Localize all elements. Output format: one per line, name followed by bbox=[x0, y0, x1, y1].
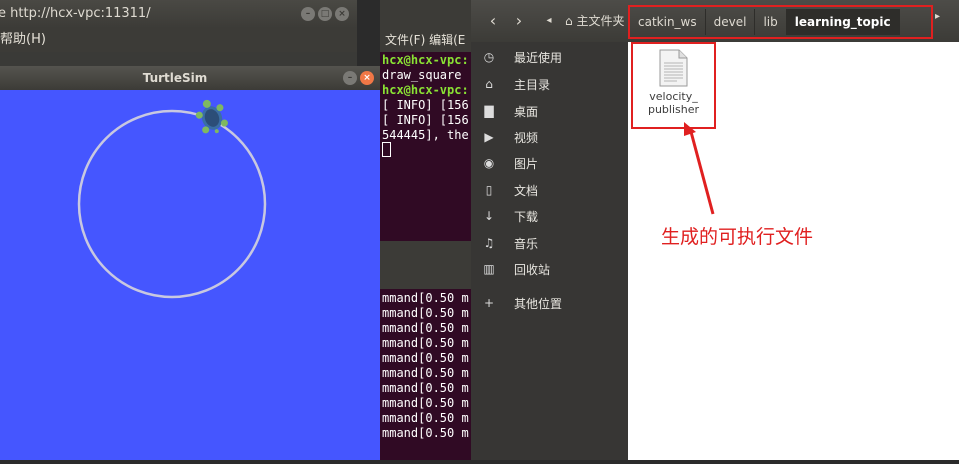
breadcrumb-item[interactable]: catkin_ws bbox=[630, 9, 706, 35]
sidebar-item-label: 音乐 bbox=[514, 236, 539, 251]
terminal-command-line: mmand[0.50 m bbox=[382, 351, 469, 365]
sidebar-item-documents[interactable]: ▯ 文档 bbox=[471, 177, 628, 203]
video-icon: ▶ bbox=[484, 130, 494, 144]
background-terminal-titlebar[interactable]: e http://hcx-vpc:11311/ – □ × bbox=[0, 0, 357, 28]
terminal-menu[interactable]: 文件(F) 编辑(E bbox=[385, 28, 465, 52]
sidebar-item-pictures[interactable]: ◉ 图片 bbox=[471, 150, 628, 176]
terminal-line: draw_square bbox=[382, 68, 462, 82]
turtlesim-titlebar[interactable]: TurtleSim – × bbox=[0, 66, 380, 90]
home-icon: ⌂ bbox=[485, 77, 493, 91]
turtlesim-canvas bbox=[0, 90, 380, 460]
sidebar-item-label: 主目录 bbox=[514, 77, 551, 92]
breadcrumb-right-arrow[interactable]: ▸ bbox=[935, 11, 940, 22]
trash-icon: ▥ bbox=[483, 262, 495, 276]
terminal-command-line: mmand[0.50 m bbox=[382, 381, 469, 395]
terminal-line: 544445], the bbox=[382, 128, 469, 142]
terminal-command-line: mmand[0.50 m bbox=[382, 306, 469, 320]
terminal-line: [ INFO] [156 bbox=[382, 113, 469, 127]
terminal-command-line: mmand[0.50 m bbox=[382, 411, 469, 425]
breadcrumb-left-arrow[interactable]: ◂ bbox=[537, 9, 561, 33]
terminal-command-line: mmand[0.50 m bbox=[382, 291, 469, 305]
sidebar-item-label: 最近使用 bbox=[514, 50, 563, 65]
sidebar-item-downloads[interactable]: ↓ 下载 bbox=[471, 203, 628, 229]
breadcrumb-home-label: 主文件夹 bbox=[576, 14, 625, 28]
back-button[interactable]: ‹ bbox=[481, 9, 505, 33]
turtlesim-title: TurtleSim bbox=[142, 71, 208, 85]
menu-help[interactable]: 帮助(H) bbox=[0, 28, 46, 52]
terminal-command-line: mmand[0.50 m bbox=[382, 336, 469, 350]
executable-file-icon bbox=[659, 49, 688, 87]
sidebar-item-recent[interactable]: ◷ 最近使用 bbox=[471, 44, 628, 70]
sidebar-item-label: 图片 bbox=[514, 156, 539, 171]
terminal-lower-pane: mmand[0.50 m mmand[0.50 m mmand[0.50 m m… bbox=[380, 289, 480, 460]
sidebar: ◷ 最近使用 ⌂ 主目录 ▇ 桌面 ▶ 视频 ◉ 图片 ▯ 文档 ↓ 下载 ♫ bbox=[471, 42, 628, 460]
minimize-icon[interactable]: – bbox=[301, 7, 315, 21]
file-item-velocity-publisher[interactable]: velocity_ publisher bbox=[631, 42, 716, 129]
camera-icon: ◉ bbox=[483, 156, 495, 170]
folder-icon: ▇ bbox=[484, 104, 494, 118]
terminal-menubar: 文件(F) 编辑(E bbox=[380, 28, 480, 52]
minimize-icon[interactable]: – bbox=[343, 71, 357, 85]
terminal-titlebar[interactable] bbox=[380, 0, 480, 28]
turtle-trail bbox=[77, 99, 267, 299]
terminal-command-line: mmand[0.50 m bbox=[382, 426, 469, 440]
sidebar-item-label: 视频 bbox=[514, 130, 539, 145]
document-icon: ▯ bbox=[485, 183, 493, 197]
sidebar-item-videos[interactable]: ▶ 视频 bbox=[471, 124, 628, 150]
file-name: velocity_ publisher bbox=[633, 90, 714, 116]
terminal-line: [ INFO] [156 bbox=[382, 98, 469, 112]
sidebar-item-home[interactable]: ⌂ 主目录 bbox=[471, 71, 628, 97]
terminal-window: 文件(F) 编辑(E hcx@hcx-vpc: draw_square hcx@… bbox=[380, 0, 480, 460]
sidebar-item-label: 其他位置 bbox=[514, 296, 563, 311]
clock-icon: ◷ bbox=[483, 50, 495, 64]
turtle-icon bbox=[195, 99, 228, 134]
terminal-line: hcx@hcx-vpc: bbox=[382, 83, 469, 97]
breadcrumb-home[interactable]: ⌂ 主文件夹 bbox=[565, 9, 624, 33]
sidebar-item-other-locations[interactable]: + 其他位置 bbox=[471, 290, 628, 316]
terminal-cursor bbox=[382, 142, 391, 157]
sidebar-item-label: 桌面 bbox=[514, 104, 539, 119]
turtlesim-window: TurtleSim – × bbox=[0, 66, 380, 460]
sidebar-item-desktop[interactable]: ▇ 桌面 bbox=[471, 98, 628, 124]
sidebar-item-trash[interactable]: ▥ 回收站 bbox=[471, 256, 628, 282]
breadcrumb-item[interactable]: devel bbox=[706, 9, 756, 35]
breadcrumb-item-current[interactable]: learning_topic bbox=[786, 9, 900, 35]
sidebar-item-music[interactable]: ♫ 音乐 bbox=[471, 230, 628, 256]
file-manager-header: ‹ › ◂ ⌂ 主文件夹 catkin_ws devel lib learnin… bbox=[471, 0, 959, 42]
terminal-command-line: mmand[0.50 m bbox=[382, 396, 469, 410]
annotation-arrow bbox=[684, 122, 715, 215]
annotation-text: 生成的可执行文件 bbox=[661, 226, 814, 248]
file-name-line: velocity_ bbox=[649, 90, 698, 103]
download-icon: ↓ bbox=[483, 209, 495, 223]
file-name-line: publisher bbox=[647, 103, 700, 116]
close-icon[interactable]: × bbox=[335, 7, 349, 21]
close-icon[interactable]: × bbox=[360, 71, 374, 85]
forward-button[interactable]: › bbox=[507, 9, 531, 33]
sidebar-item-label: 文档 bbox=[514, 183, 539, 198]
terminal-command-line: mmand[0.50 m bbox=[382, 321, 469, 335]
background-terminal-menubar: 帮助(H) bbox=[0, 28, 357, 52]
breadcrumb: catkin_ws devel lib learning_topic bbox=[628, 5, 933, 39]
file-view: velocity_ publisher bbox=[628, 42, 959, 460]
maximize-icon[interactable]: □ bbox=[318, 7, 332, 21]
plus-icon: + bbox=[483, 296, 495, 310]
music-icon: ♫ bbox=[483, 236, 495, 250]
terminal-line: hcx@hcx-vpc: bbox=[382, 53, 469, 67]
sidebar-item-label: 回收站 bbox=[514, 262, 551, 277]
breadcrumb-item[interactable]: lib bbox=[755, 9, 787, 35]
terminal-command-line: mmand[0.50 m bbox=[382, 366, 469, 380]
sidebar-item-label: 下载 bbox=[514, 209, 539, 224]
background-terminal-window: e http://hcx-vpc:11311/ – □ × 帮助(H) bbox=[0, 0, 357, 70]
background-terminal-title: e http://hcx-vpc:11311/ bbox=[0, 6, 151, 21]
home-icon: ⌂ bbox=[565, 14, 573, 28]
terminal-pane-separator[interactable] bbox=[380, 241, 480, 289]
